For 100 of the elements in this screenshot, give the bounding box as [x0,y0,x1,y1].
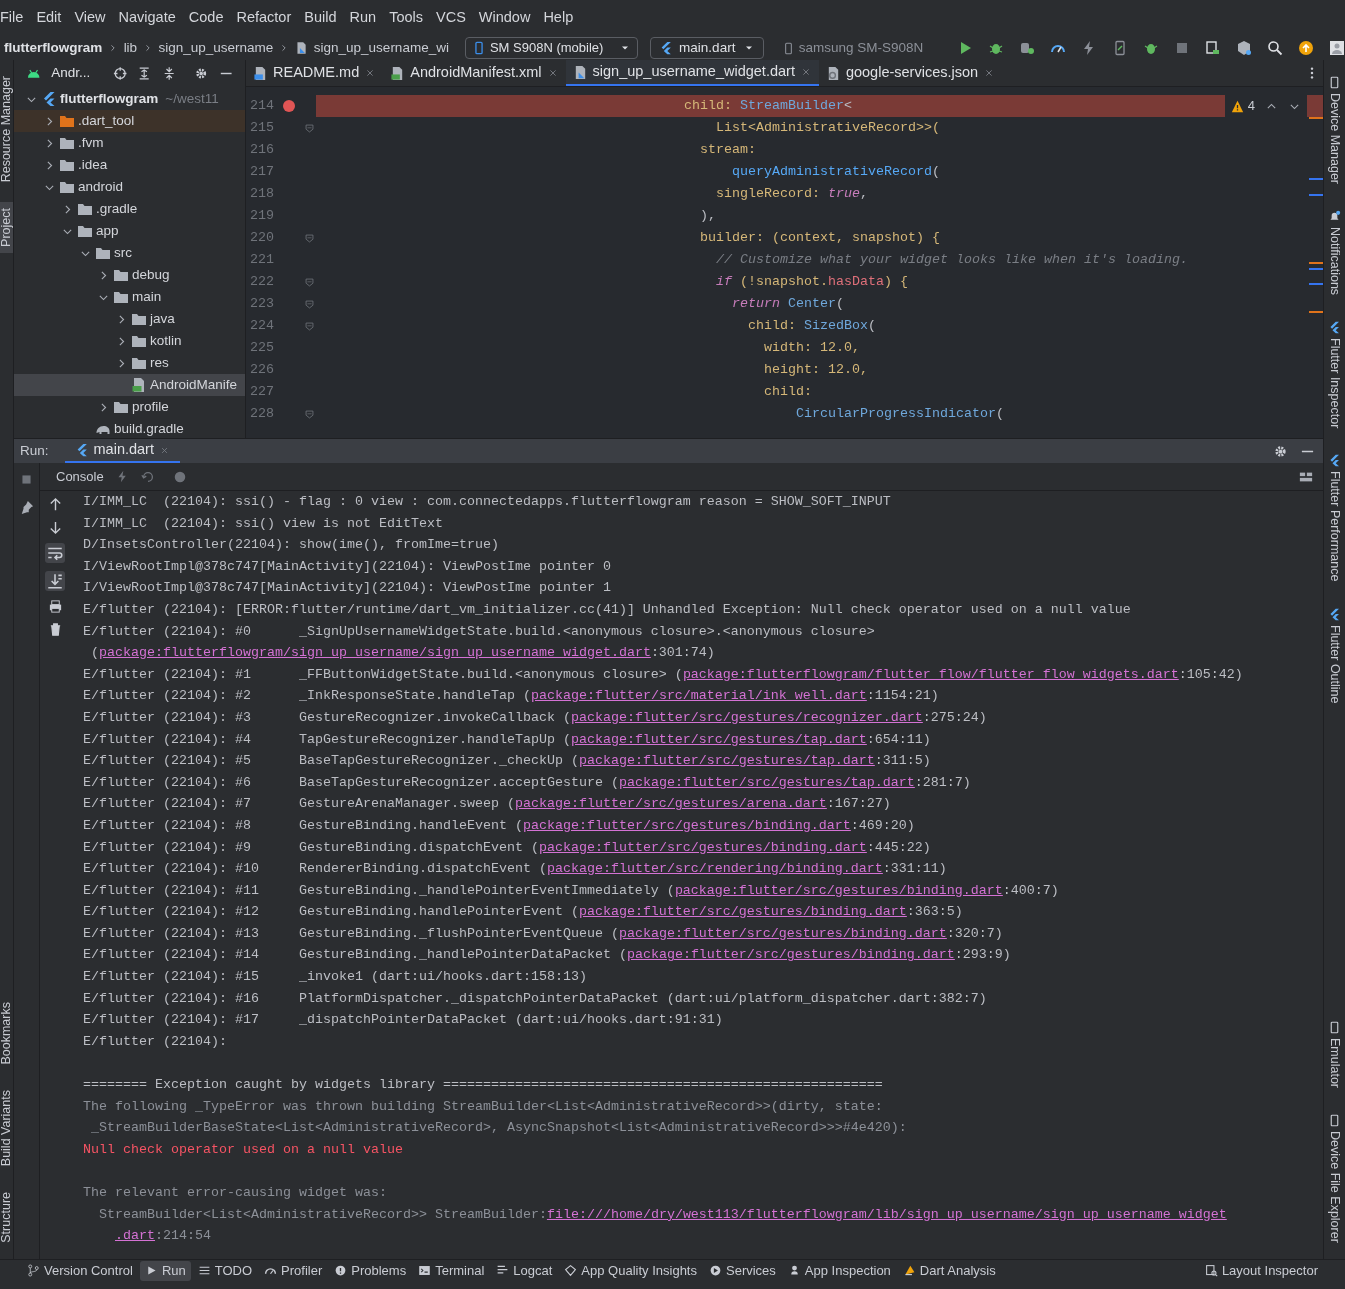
breadcrumb[interactable]: flutterflowgram [4,37,103,59]
stop-icon[interactable] [20,473,33,486]
tool-window-tab[interactable]: Structure [0,1186,13,1249]
menu-item[interactable]: Window [478,7,531,29]
soft-wrap-icon[interactable] [45,543,65,563]
menu-item[interactable]: VCS [436,7,466,29]
file-link[interactable]: package:flutterflowgram/sign_up_username/sign_up_username_widget.dart [99,645,651,661]
search-icon[interactable] [1267,40,1283,56]
expand-all-icon[interactable] [137,66,152,81]
breadcrumb[interactable]: sign_up_username_wi [313,37,449,59]
file-link[interactable]: package:flutter/src/gestures/binding.dart [626,947,955,963]
tree-item[interactable]: build.gradle [14,418,245,438]
tree-item[interactable]: res [14,352,245,374]
menu-item[interactable]: Help [543,7,574,29]
tree-item[interactable]: AndroidManife [14,374,245,396]
tool-window-button[interactable]: Run [139,1260,191,1281]
file-link[interactable]: package:flutter/src/gestures/tap.dart [578,753,875,769]
device-mirror-icon[interactable] [1205,40,1221,56]
run-config-dropdown[interactable]: main.dart [650,37,764,59]
tool-window-tab[interactable]: Flutter Performance [1324,448,1345,588]
tree-item[interactable]: profile [14,396,245,418]
tree-item[interactable]: java [14,308,245,330]
tool-window-tab[interactable]: Flutter Inspector [1324,315,1345,435]
tool-window-tab[interactable]: Emulator [1324,1015,1345,1095]
file-link[interactable]: package:flutter/src/gestures/tap.dart [618,774,915,790]
tool-window-button[interactable]: Layout Inspector [1199,1260,1323,1281]
menu-item[interactable]: Navigate [118,7,176,29]
file-link[interactable]: package:flutter/src/rendering/binding.dart [546,861,883,877]
tool-window-tab[interactable]: Device File Explorer [1324,1108,1345,1249]
tool-window-tab[interactable]: Flutter Outline [1324,601,1345,710]
editor-tab[interactable]: sign_up_username_widget.dart [565,60,819,86]
editor-tab[interactable]: AndroidManifest.xml [383,60,566,86]
file-link[interactable]: .dart [115,1228,155,1244]
tool-window-tab[interactable]: Resource Manager [0,70,13,189]
tool-window-button[interactable]: Dart Analysis [897,1260,1001,1281]
target-device-selector[interactable]: samsung SM-S908N [775,37,945,59]
tree-item[interactable]: main [14,286,245,308]
tool-window-button[interactable]: Profiler [259,1260,328,1281]
tree-item[interactable]: debug [14,264,245,286]
menu-item[interactable]: View [74,7,106,29]
menu-item[interactable]: Run [349,7,377,29]
file-link[interactable]: package:flutter/src/gestures/recognizer.dart [570,709,923,725]
tool-window-tab[interactable]: Bookmarks [0,995,13,1071]
menu-item[interactable]: Code [188,7,224,29]
tree-item[interactable]: .fvm [14,132,245,154]
breadcrumb[interactable]: lib [123,37,138,59]
settings-icon[interactable] [194,66,209,81]
panel-title[interactable]: Andr... [51,63,104,84]
print-icon[interactable] [47,599,63,614]
breakpoint-icon[interactable] [283,100,295,112]
file-link[interactable]: file:///home/dry/west113/flutterflowgram/lib/sign_up_username/sign_up_username_widget [546,1206,1227,1222]
file-link[interactable]: package:flutter/src/gestures/arena.dart [514,796,827,812]
tool-window-button[interactable]: Terminal [413,1260,490,1281]
file-link[interactable]: package:flutter/src/gestures/binding.dart [538,839,867,855]
update-icon[interactable] [1298,40,1314,56]
menu-item[interactable]: File [0,7,24,29]
file-link[interactable]: package:flutter/src/gestures/binding.dart [578,904,907,920]
console-tab[interactable]: Console [56,466,104,487]
tool-window-button[interactable]: Logcat [491,1260,558,1281]
tool-window-tab[interactable]: Device Manager [1324,70,1345,190]
menu-item[interactable]: Refactor [236,7,292,29]
warning-count[interactable]: 4 [1247,96,1255,116]
pin-icon[interactable] [19,500,34,514]
avatar-icon[interactable] [1329,40,1345,56]
stop-icon[interactable] [1174,40,1190,56]
breadcrumb[interactable]: sign_up_username [158,37,274,59]
restart-icon[interactable] [140,469,155,484]
tool-window-button[interactable]: Services [704,1260,781,1281]
menu-item[interactable]: Edit [36,7,62,29]
tool-window-button[interactable]: App Inspection [782,1260,896,1281]
file-link[interactable]: package:flutter/src/gestures/binding.dart [522,817,851,833]
editor-tab[interactable]: google-services.json [818,60,1003,86]
menu-item[interactable]: Build [304,7,337,29]
scroll-to-end-icon[interactable] [45,571,65,591]
settings-icon[interactable] [1273,443,1288,459]
tool-window-button[interactable]: TODO [192,1260,258,1281]
file-link[interactable]: package:flutter/src/gestures/tap.dart [570,731,867,747]
locate-icon[interactable] [113,66,128,81]
tree-item[interactable]: kotlin [14,330,245,352]
tree-item[interactable]: .gradle [14,198,245,220]
attach-icon[interactable] [1019,40,1035,56]
tree-item[interactable]: .dart_tool [14,110,245,132]
tool-window-tab[interactable]: Notifications [1324,204,1345,302]
editor-tab[interactable]: README.md [246,60,384,86]
run-tab[interactable]: main.dart [64,439,180,463]
tool-window-button[interactable]: Version Control [22,1260,138,1281]
tree-item[interactable]: src [14,242,245,264]
tree-item[interactable]: .idea [14,154,245,176]
tree-item[interactable]: android [14,176,245,198]
tree-item[interactable]: flutterflowgram ~/west11 [14,88,245,110]
file-link[interactable]: package:flutter/src/material/ink_well.dart [530,688,867,704]
tool-window-button[interactable]: App Quality Insights [559,1260,702,1281]
device-dropdown[interactable]: SM S908N (mobile) [464,37,639,59]
tool-window-button[interactable]: Problems [329,1260,412,1281]
tool-window-tab[interactable]: Build Variants [0,1084,13,1173]
tool-window-tab[interactable]: Project [0,202,13,254]
tree-item[interactable]: app [14,220,245,242]
file-link[interactable]: package:flutterflowgram/flutter_flow/flutter_flow_widgets.dart [682,666,1179,682]
menu-item[interactable]: Tools [389,7,423,29]
file-link[interactable]: package:flutter/src/gestures/binding.dart [618,925,947,941]
